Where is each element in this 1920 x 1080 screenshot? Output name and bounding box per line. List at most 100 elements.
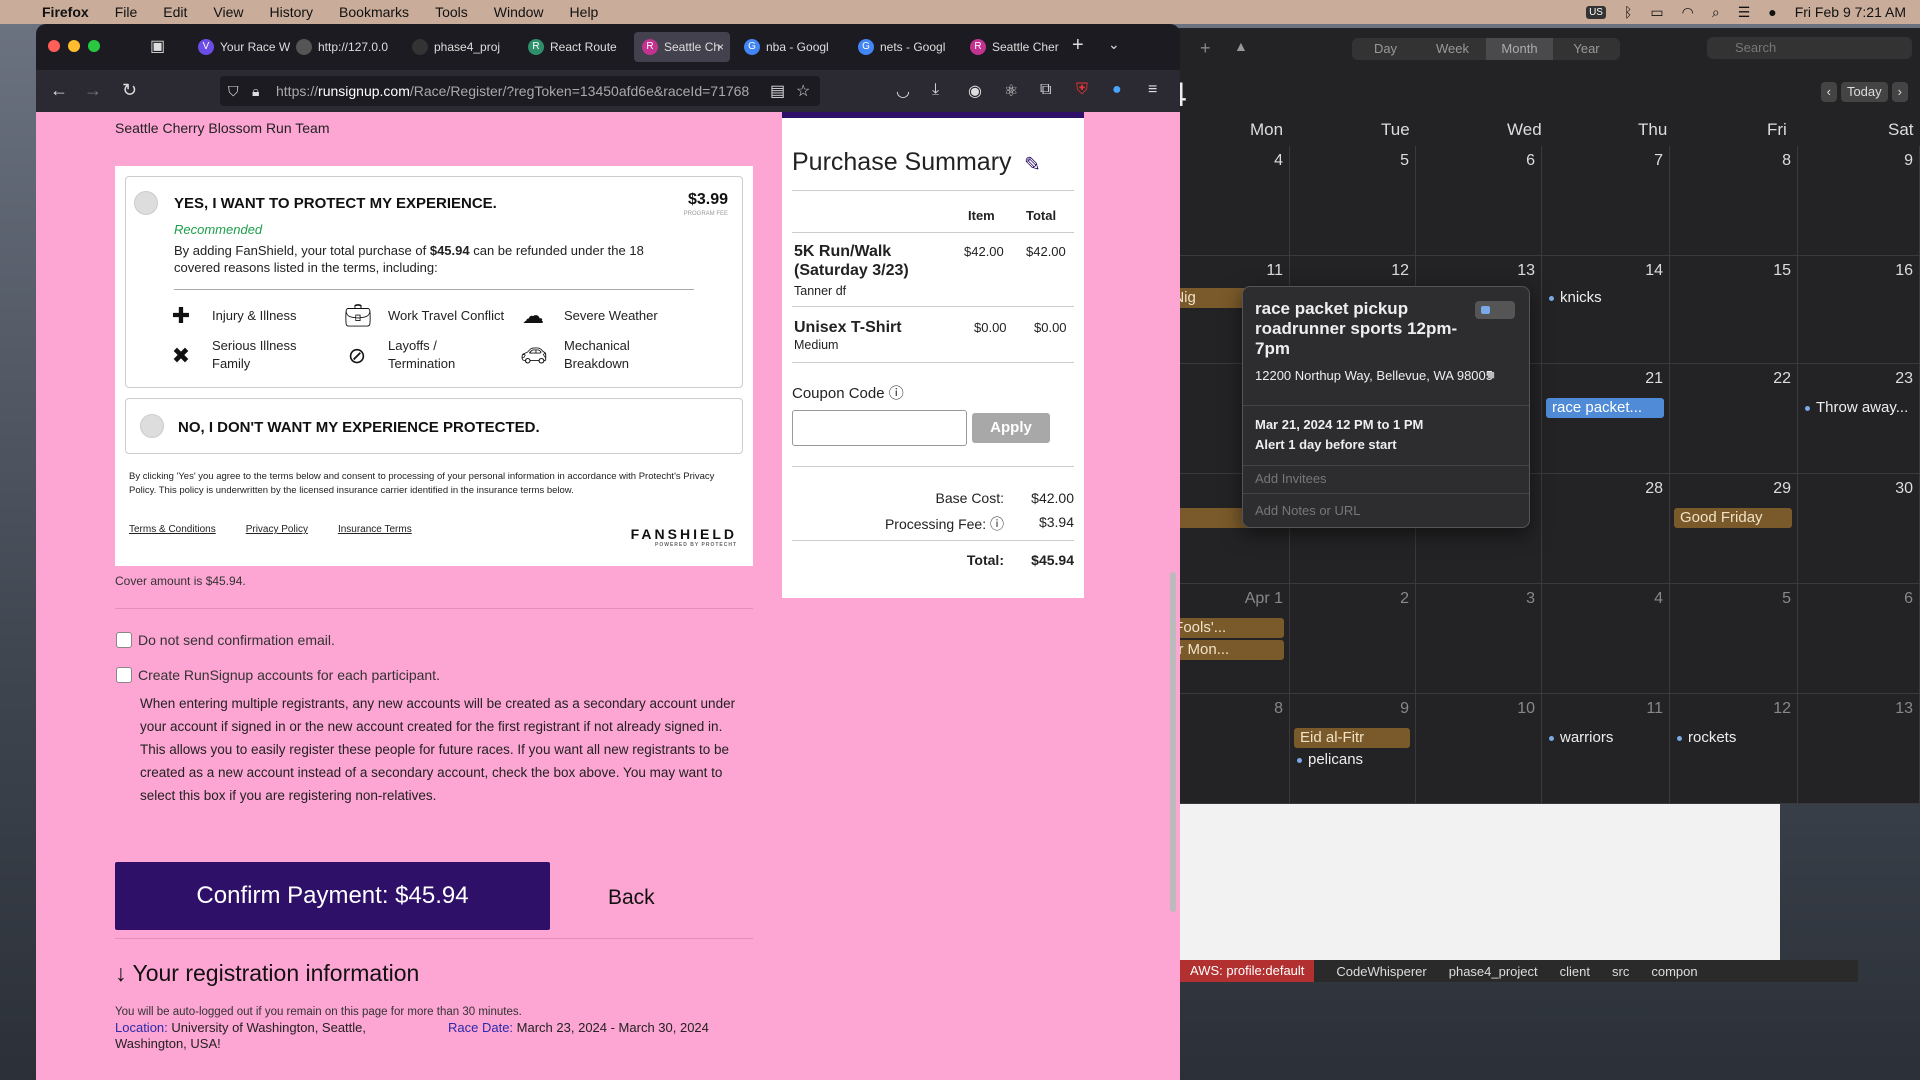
insurance-terms-link[interactable]: Insurance Terms: [338, 524, 412, 535]
extension-ghost-icon[interactable]: ●: [1112, 81, 1122, 99]
add-event-icon[interactable]: +: [1200, 38, 1211, 59]
calendar-event[interactable]: pelicans: [1294, 750, 1410, 770]
calendar-day-cell[interactable]: 12: [1670, 694, 1798, 804]
react-devtools-icon[interactable]: ⚛: [1004, 81, 1018, 101]
calendar-day-cell[interactable]: 16: [1798, 256, 1920, 364]
calendar-day-cell[interactable]: 22: [1670, 364, 1798, 474]
calendar-color-picker[interactable]: [1475, 301, 1515, 319]
no-confirm-email-checkbox[interactable]: [116, 632, 132, 648]
popover-title[interactable]: race packet pickup roadrunner sports 12p…: [1255, 299, 1475, 359]
event-popover[interactable]: race packet pickup roadrunner sports 12p…: [1242, 286, 1530, 528]
breadcrumb-src[interactable]: src: [1612, 964, 1629, 979]
bookmark-star-icon[interactable]: ☆: [796, 81, 810, 101]
browser-tab[interactable]: R Seattle Ch ×: [634, 32, 730, 62]
menu-bookmarks[interactable]: Bookmarks: [339, 4, 409, 20]
next-month-button[interactable]: ›: [1891, 82, 1908, 102]
breadcrumb-compon[interactable]: compon: [1651, 964, 1697, 979]
browser-tab[interactable]: Gnba - Googl: [736, 32, 836, 62]
search-icon[interactable]: ⌕: [1712, 4, 1720, 21]
calendar-search-input[interactable]: Search: [1707, 37, 1912, 59]
list-tabs-icon[interactable]: ⌄: [1108, 36, 1120, 53]
apply-coupon-button[interactable]: Apply: [972, 413, 1050, 443]
create-accounts-label[interactable]: Create RunSignup accounts for each parti…: [138, 667, 440, 683]
view-year[interactable]: Year: [1553, 38, 1620, 60]
address-bar[interactable]: ⛉ 🔒︎ https://runsignup.com/Race/Register…: [220, 76, 820, 106]
popover-datetime[interactable]: Mar 21, 2024 12 PM to 1 PM Alert 1 day b…: [1255, 415, 1423, 455]
forward-arrow-icon[interactable]: →: [84, 80, 102, 101]
add-notes-field[interactable]: Add Notes or URL: [1255, 503, 1361, 518]
protect-yes-option[interactable]: YES, I WANT TO PROTECT MY EXPERIENCE. $3…: [125, 176, 743, 388]
create-accounts-checkbox[interactable]: [116, 667, 132, 683]
reader-view-icon[interactable]: ▤: [770, 81, 785, 101]
calendar-day-cell[interactable]: 6: [1416, 146, 1542, 256]
calendar-event[interactable]: race packet...: [1546, 398, 1664, 418]
calendar-event[interactable]: Eid al-Fitr: [1294, 728, 1410, 748]
calendar-day-cell[interactable]: 5: [1670, 584, 1798, 694]
calendar-event[interactable]: Throw away...: [1802, 398, 1914, 418]
add-invitees-field[interactable]: Add Invitees: [1255, 471, 1327, 486]
close-window-button[interactable]: [48, 40, 60, 52]
pocket-icon[interactable]: ◡: [896, 81, 910, 101]
wifi-icon[interactable]: ◠: [1682, 4, 1694, 21]
protect-no-option[interactable]: NO, I DON'T WANT MY EXPERIENCE PROTECTED…: [125, 398, 743, 454]
registration-info-heading[interactable]: ↓ Your registration information: [115, 960, 419, 987]
siri-icon[interactable]: ●: [1768, 4, 1776, 20]
bluetooth-icon[interactable]: ᛒ: [1624, 4, 1632, 20]
calendar-day-cell[interactable]: 5: [1290, 146, 1416, 256]
browser-tab[interactable]: R Seattle Cher: [962, 32, 1062, 62]
calendar-day-cell[interactable]: 11: [1542, 694, 1670, 804]
extensions-icon[interactable]: ⧉: [1040, 81, 1051, 99]
menu-edit[interactable]: Edit: [163, 4, 187, 20]
calendar-day-cell[interactable]: 6: [1798, 584, 1920, 694]
calendar-day-cell[interactable]: 4: [1542, 584, 1670, 694]
calendar-day-cell[interactable]: 13: [1798, 694, 1920, 804]
calendar-day-cell[interactable]: 8: [1670, 146, 1798, 256]
back-link[interactable]: Back: [608, 886, 655, 910]
view-month[interactable]: Month: [1486, 38, 1553, 60]
control-center-icon[interactable]: ☰: [1738, 4, 1751, 21]
privacy-policy-link[interactable]: Privacy Policy: [246, 524, 308, 535]
battery-icon[interactable]: ▭: [1650, 4, 1663, 21]
prev-month-button[interactable]: ‹: [1820, 82, 1837, 102]
calendar-day-cell[interactable]: 7: [1542, 146, 1670, 256]
lock-icon[interactable]: 🔒︎: [252, 76, 259, 106]
minimize-window-button[interactable]: [68, 40, 80, 52]
browser-tab[interactable]: R React Route: [520, 32, 620, 62]
reload-icon[interactable]: ↻: [122, 80, 137, 101]
calendar-event[interactable]: knicks: [1546, 288, 1664, 308]
calendar-event[interactable]: Good Friday: [1674, 508, 1792, 528]
hamburger-menu-icon[interactable]: ≡: [1148, 81, 1157, 99]
calendar-day-cell[interactable]: 23: [1798, 364, 1920, 474]
tab-overview-icon[interactable]: ▣: [150, 36, 165, 56]
zoom-window-button[interactable]: [88, 40, 100, 52]
ublock-icon[interactable]: ⛨: [1076, 81, 1088, 99]
browser-tab[interactable]: http://127.0.0.1:5: [288, 32, 388, 62]
browser-tab[interactable]: V Your Race W: [190, 32, 290, 62]
calendar-day-cell[interactable]: 30: [1798, 474, 1920, 584]
protect-yes-radio[interactable]: [134, 191, 158, 215]
calendar-event[interactable]: warriors: [1546, 728, 1664, 748]
menu-file[interactable]: File: [115, 4, 138, 20]
menu-history[interactable]: History: [269, 4, 313, 20]
calendar-day-cell[interactable]: 29: [1670, 474, 1798, 584]
video-icon[interactable]: ■: [1487, 367, 1495, 382]
shield-icon[interactable]: ⛉: [228, 76, 239, 106]
edit-icon[interactable]: ✎: [1024, 152, 1041, 177]
breadcrumb-project[interactable]: phase4_project: [1449, 964, 1538, 979]
calendar-day-cell[interactable]: 14: [1542, 256, 1670, 364]
coupon-input[interactable]: [792, 410, 967, 446]
view-day[interactable]: Day: [1352, 38, 1419, 60]
calendar-day-cell[interactable]: 3: [1416, 584, 1542, 694]
protect-no-radio[interactable]: [140, 414, 164, 438]
downloads-icon[interactable]: ⤓: [932, 81, 939, 99]
account-icon[interactable]: ◉: [968, 81, 982, 101]
calendar-day-cell[interactable]: 2: [1290, 584, 1416, 694]
codewhisperer-status[interactable]: CodeWhisperer: [1336, 964, 1426, 979]
menu-app-name[interactable]: Firefox: [42, 4, 89, 20]
calendar-day-cell[interactable]: 28: [1542, 474, 1670, 584]
browser-tab[interactable]: phase4_proj: [404, 32, 504, 62]
calendar-day-cell[interactable]: 9: [1290, 694, 1416, 804]
alert-icon[interactable]: ▲: [1234, 38, 1248, 54]
menu-help[interactable]: Help: [570, 4, 599, 20]
new-tab-button[interactable]: +: [1072, 34, 1084, 57]
